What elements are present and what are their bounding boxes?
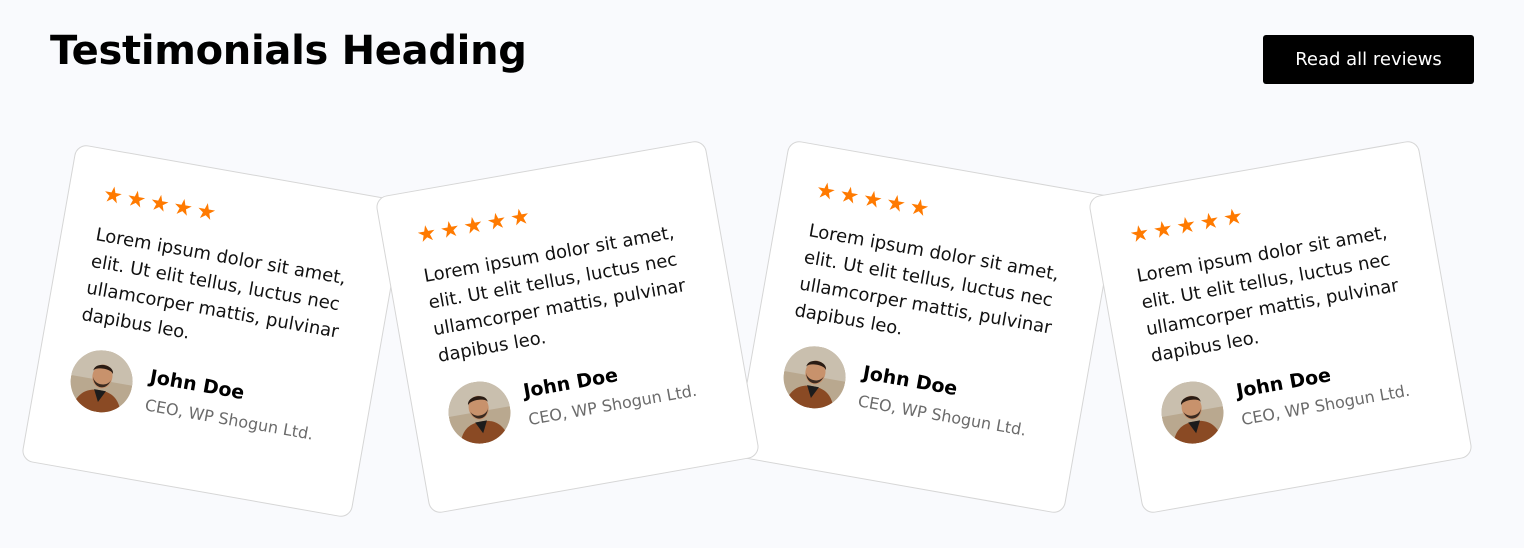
avatar bbox=[65, 345, 138, 418]
read-all-reviews-button[interactable]: Read all reviews bbox=[1263, 35, 1474, 84]
star-icon: ★ bbox=[438, 216, 462, 245]
star-icon: ★ bbox=[124, 186, 149, 215]
page-title: Testimonials Heading bbox=[50, 28, 527, 74]
star-icon: ★ bbox=[1127, 220, 1152, 249]
star-icon: ★ bbox=[147, 190, 172, 219]
star-icon: ★ bbox=[1197, 208, 1222, 237]
star-icon: ★ bbox=[1151, 216, 1175, 245]
avatar bbox=[1156, 376, 1229, 449]
star-icon: ★ bbox=[461, 212, 486, 241]
star-icon: ★ bbox=[1174, 212, 1199, 241]
star-icon: ★ bbox=[1221, 204, 1246, 233]
star-icon: ★ bbox=[194, 198, 219, 227]
testimonial-card: ★ ★ ★ ★ ★ Lorem ipsum dolor sit amet, el… bbox=[733, 139, 1120, 515]
star-icon: ★ bbox=[171, 194, 195, 223]
testimonial-card: ★ ★ ★ ★ ★ Lorem ipsum dolor sit amet, el… bbox=[374, 139, 761, 515]
star-icon: ★ bbox=[414, 220, 439, 249]
star-icon: ★ bbox=[884, 190, 908, 219]
testimonial-card: ★ ★ ★ ★ ★ Lorem ipsum dolor sit amet, el… bbox=[1087, 139, 1474, 515]
avatar bbox=[443, 376, 516, 449]
star-icon: ★ bbox=[860, 186, 885, 215]
star-icon: ★ bbox=[837, 182, 862, 211]
star-icon: ★ bbox=[484, 208, 509, 237]
avatar bbox=[778, 341, 851, 414]
testimonial-card: ★ ★ ★ ★ ★ Lorem ipsum dolor sit amet, el… bbox=[20, 143, 407, 519]
star-icon: ★ bbox=[907, 194, 932, 223]
star-icon: ★ bbox=[813, 177, 838, 206]
star-icon: ★ bbox=[508, 204, 533, 233]
star-icon: ★ bbox=[100, 181, 125, 210]
